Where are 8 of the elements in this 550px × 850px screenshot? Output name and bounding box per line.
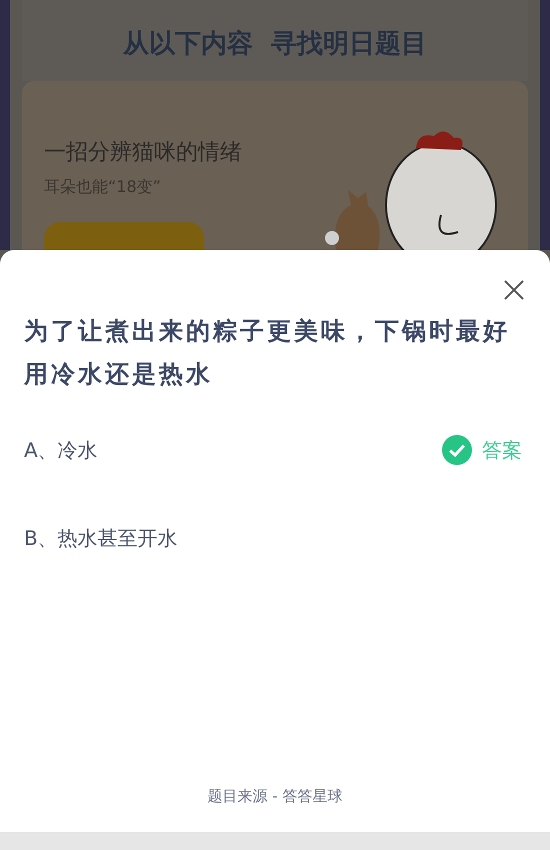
answer-option[interactable]: A、冷水 答案 (24, 434, 526, 466)
close-icon[interactable] (502, 278, 526, 302)
source-note: 题目来源 - 答答星球 (208, 787, 342, 806)
check-icon (442, 435, 472, 465)
answer-option[interactable]: B、热水甚至开水 (24, 522, 526, 554)
question-text: 为了让煮出来的粽子更美味，下锅时最好用冷水还是热水 (24, 316, 511, 390)
heading: 从以下内容 寻找明日题目 (122, 28, 428, 61)
card-title: 一招分辨猫咪的情绪 (44, 139, 242, 167)
